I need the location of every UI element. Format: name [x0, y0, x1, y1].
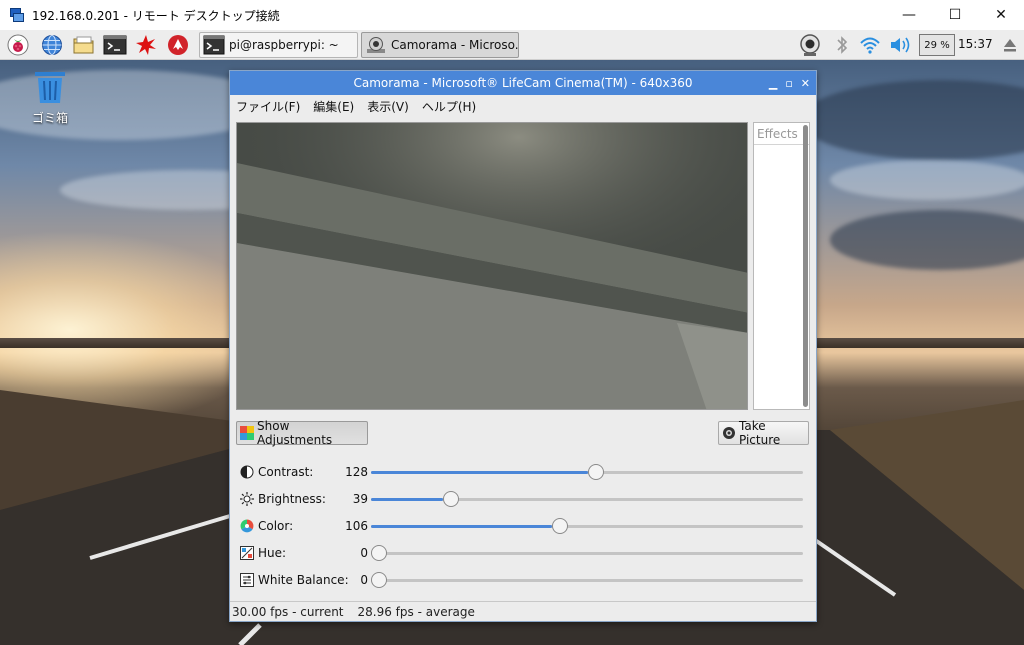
menu-edit[interactable]: 編集(E): [313, 98, 354, 115]
effects-panel[interactable]: Effects: [753, 122, 810, 410]
hue-value: 0: [360, 546, 368, 560]
bluetooth-icon[interactable]: [830, 33, 854, 57]
brightness-icon: [240, 492, 254, 506]
contrast-label: Contrast:: [258, 465, 314, 479]
rdp-window-title: 192.168.0.201 - リモート デスクトップ接続: [32, 8, 280, 23]
contrast-slider-handle[interactable]: [588, 464, 605, 480]
eject-icon[interactable]: [998, 33, 1022, 57]
hue-icon: [240, 546, 254, 560]
rdp-titlebar: 192.168.0.201 - リモート デスクトップ接続 — ☐ ✕: [0, 0, 1024, 30]
take-picture-button[interactable]: Take Picture: [718, 419, 809, 447]
camorama-minimize-button[interactable]: ▁: [769, 77, 777, 90]
take-picture-label: Take Picture: [739, 419, 781, 447]
camorama-menubar: ファイル(F) 編集(E) 表示(V) ヘルプ(H): [230, 95, 816, 117]
wolfram-icon[interactable]: [166, 33, 190, 57]
camorama-title: Camorama - Microsoft® LifeCam Cinema(TM)…: [353, 76, 693, 90]
contrast-slider[interactable]: [371, 464, 803, 480]
hue-slider-handle[interactable]: [371, 545, 387, 561]
wifi-icon[interactable]: [858, 33, 882, 57]
color-wheel-icon: [240, 519, 254, 533]
palette-icon: [240, 426, 254, 440]
trash-icon: [35, 72, 65, 103]
cpu-usage-indicator: 29 %: [919, 34, 955, 56]
effects-scrollbar[interactable]: [803, 125, 808, 407]
raspberry-menu-icon[interactable]: [6, 33, 30, 57]
mathematica-icon[interactable]: [134, 33, 158, 57]
hue-slider[interactable]: [371, 545, 803, 561]
contrast-value: 128: [345, 465, 368, 479]
color-label: Color:: [258, 519, 294, 533]
camera-preview: [236, 122, 748, 410]
taskbar-item-label: Camorama - Microso...: [391, 38, 519, 52]
show-adjustments-label: Show Adjustments: [257, 419, 333, 447]
maximize-button[interactable]: ☐: [932, 0, 978, 30]
taskbar-item-camorama[interactable]: Camorama - Microso...: [361, 32, 519, 58]
white-balance-slider-row: White Balance: 0: [238, 570, 814, 590]
fps-average: 28.96 fps - average: [357, 604, 475, 619]
brightness-slider-row: Brightness: 39: [238, 489, 814, 509]
clock[interactable]: 15:37: [958, 37, 993, 51]
color-value: 106: [345, 519, 368, 533]
camorama-window: Camorama - Microsoft® LifeCam Cinema(TM)…: [229, 70, 817, 622]
remote-desktop-icon: [10, 8, 24, 22]
file-manager-icon[interactable]: [72, 33, 96, 57]
webcam-tray-icon[interactable]: [798, 33, 822, 57]
camera-feed-image: [237, 123, 747, 409]
brightness-value: 39: [352, 492, 368, 506]
contrast-slider-row: Contrast: 128: [238, 462, 814, 482]
brightness-label: Brightness:: [258, 492, 326, 506]
taskbar-item-label: pi@raspberrypi: ~: [229, 38, 339, 52]
status-bar: 30.00 fps - current 28.96 fps - average: [230, 601, 816, 621]
menu-view[interactable]: 表示(V): [367, 98, 409, 115]
color-slider-row: Color: 106: [238, 516, 814, 536]
menu-file[interactable]: ファイル(F): [236, 98, 300, 115]
camera-icon: [723, 427, 735, 439]
brightness-slider-handle[interactable]: [443, 491, 460, 507]
contrast-icon: [240, 465, 254, 479]
white-balance-slider[interactable]: [371, 572, 803, 588]
minimize-button[interactable]: —: [886, 0, 932, 30]
hue-slider-row: Hue: 0: [238, 543, 814, 563]
taskbar-panel: pi@raspberrypi: ~ Camorama - Microso... …: [0, 30, 1024, 60]
terminal-icon[interactable]: [103, 33, 127, 57]
white-balance-label: White Balance:: [258, 573, 349, 587]
white-balance-slider-handle[interactable]: [371, 572, 387, 588]
color-slider[interactable]: [371, 518, 803, 534]
close-button[interactable]: ✕: [978, 0, 1024, 30]
fps-current: 30.00 fps - current: [232, 604, 344, 619]
color-slider-handle[interactable]: [551, 518, 568, 534]
white-balance-icon: [240, 573, 254, 587]
white-balance-value: 0: [360, 573, 368, 587]
trash-label: ゴミ箱: [31, 111, 68, 125]
terminal-icon: [203, 35, 225, 55]
web-browser-icon[interactable]: [40, 33, 64, 57]
show-adjustments-button[interactable]: Show Adjustments: [236, 419, 368, 447]
camorama-titlebar[interactable]: Camorama - Microsoft® LifeCam Cinema(TM)…: [230, 71, 816, 95]
volume-icon[interactable]: [888, 33, 912, 57]
trash-desktop-icon[interactable]: ゴミ箱: [25, 70, 75, 126]
webcam-icon: [367, 37, 385, 53]
camorama-close-button[interactable]: ✕: [801, 77, 810, 90]
camorama-maximize-button[interactable]: ▫: [785, 77, 792, 90]
taskbar-item-terminal[interactable]: pi@raspberrypi: ~: [199, 32, 358, 58]
menu-help[interactable]: ヘルプ(H): [422, 98, 476, 115]
effects-header: Effects: [754, 123, 809, 145]
hue-label: Hue:: [258, 546, 287, 560]
brightness-slider[interactable]: [371, 491, 803, 507]
